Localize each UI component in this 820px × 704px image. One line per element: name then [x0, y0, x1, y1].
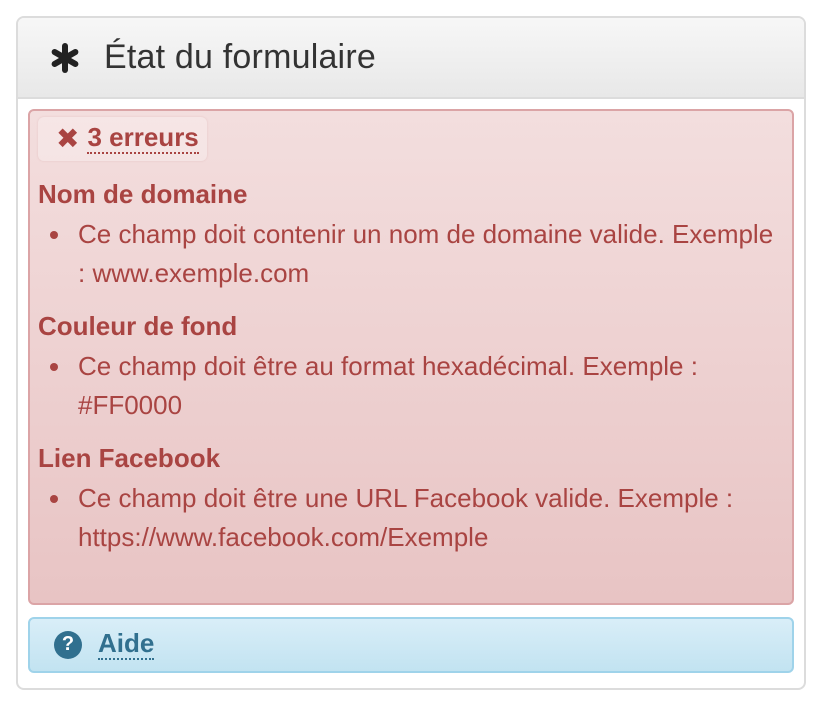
error-field-title: Couleur de fond: [38, 311, 238, 341]
error-field-domain: Nom de domaine Ce champ doit contenir un…: [38, 179, 784, 293]
error-message: Ce champ doit être une URL Facebook vali…: [50, 479, 784, 557]
error-field-title: Nom de domaine: [38, 179, 248, 209]
panel-title: État du formulaire: [104, 38, 376, 76]
error-message-list: Ce champ doit être une URL Facebook vali…: [38, 479, 784, 557]
help-alert: ? Aide: [28, 617, 794, 673]
panel-body: ✖ 3 erreurs Nom de domaine Ce champ doit…: [18, 99, 804, 673]
error-message-list: Ce champ doit contenir un nom de domaine…: [38, 215, 784, 293]
error-message: Ce champ doit contenir un nom de domaine…: [50, 215, 784, 293]
error-field-title: Lien Facebook: [38, 443, 221, 473]
error-field-background-color: Couleur de fond Ce champ doit être au fo…: [38, 311, 784, 425]
help-label: Aide: [98, 628, 155, 660]
asterisk-icon: [50, 42, 80, 73]
panel-heading: État du formulaire: [18, 18, 804, 99]
error-message-list: Ce champ doit être au format hexadécimal…: [38, 347, 784, 425]
close-icon: ✖: [56, 123, 80, 154]
form-status-panel: État du formulaire ✖ 3 erreurs Nom de do…: [16, 16, 806, 690]
error-field-facebook-link: Lien Facebook Ce champ doit être une URL…: [38, 443, 784, 557]
errors-alert: ✖ 3 erreurs Nom de domaine Ce champ doit…: [28, 109, 794, 605]
errors-count-label: 3 erreurs: [87, 122, 199, 154]
error-message: Ce champ doit être au format hexadécimal…: [50, 347, 784, 425]
help-toggle[interactable]: ? Aide: [54, 628, 155, 660]
errors-toggle[interactable]: ✖ 3 erreurs: [38, 117, 207, 161]
question-circle-icon: ?: [54, 630, 82, 659]
